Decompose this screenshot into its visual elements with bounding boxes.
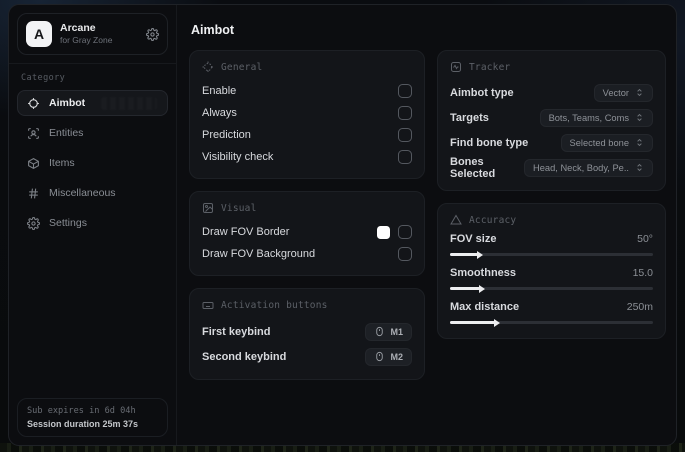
page-title: Aimbot <box>191 23 235 37</box>
gear-icon <box>27 216 40 230</box>
sidebar-item-label: Settings <box>49 217 87 229</box>
smoothness-value: 15.0 <box>632 267 653 279</box>
find-bone-type-select[interactable]: Selected bone <box>560 133 653 152</box>
chevrons-up-down-icon <box>635 163 644 172</box>
aimbot-type-select[interactable]: Vector <box>593 83 653 102</box>
sidebar-item-entities[interactable]: Entities <box>17 120 168 146</box>
max-distance-value: 250m <box>626 301 653 313</box>
sidebar-item-label: Miscellaneous <box>49 187 116 199</box>
activation-buttons-card: Activation buttons First keybind M1 Seco… <box>189 288 425 380</box>
fov-size-slider[interactable] <box>450 250 653 259</box>
session-duration-text: Session duration 25m 37s <box>27 419 139 429</box>
hash-icon <box>27 187 40 200</box>
main-content: Aimbot General Enable Always Prediction … <box>177 5 676 445</box>
chevrons-up-down-icon <box>635 88 644 97</box>
prediction-checkbox[interactable] <box>398 128 412 142</box>
brand-logo: A <box>26 21 52 47</box>
bones-selected-select[interactable]: Head, Neck, Body, Pe.. <box>524 158 653 177</box>
setting-row-max-distance: Max distance 250m <box>450 301 653 327</box>
setting-row-targets: Targets Bots, Teams, Coms <box>450 105 653 130</box>
sidebar-nav: Aimbot Entities Items Miscellaneous Sett… <box>17 90 168 236</box>
watermark-ghost <box>101 97 157 110</box>
sidebar-item-label: Items <box>49 157 75 169</box>
chevrons-up-down-icon <box>635 138 644 147</box>
brand-card: A Arcane for Gray Zone <box>17 13 168 55</box>
section-title: Accuracy <box>469 214 517 226</box>
setting-row-bones-selected: Bones Selected Head, Neck, Body, Pe.. <box>450 155 653 180</box>
section-title: Tracker <box>469 61 511 73</box>
subscription-info-card: Sub expires in 6d 04h Session duration 2… <box>17 398 168 437</box>
app-subtitle: for Gray Zone <box>60 35 113 46</box>
sidebar-item-label: Entities <box>49 127 84 139</box>
gear-icon[interactable] <box>146 27 159 41</box>
visual-card: Visual Draw FOV Border Draw FOV Backgrou… <box>189 191 425 276</box>
sidebar-item-label: Aimbot <box>49 97 86 109</box>
accuracy-card: Accuracy FOV size 50° Smoothness 15.0 Ma… <box>437 203 666 339</box>
mouse-icon <box>374 326 385 337</box>
setting-row-aimbot-type: Aimbot type Vector <box>450 80 653 105</box>
targets-select[interactable]: Bots, Teams, Coms <box>539 108 653 127</box>
first-keybind-button[interactable]: M1 <box>365 322 412 341</box>
smoothness-slider[interactable] <box>450 284 653 293</box>
setting-row-draw-fov-border: Draw FOV Border <box>202 221 412 243</box>
setting-row-prediction: Prediction <box>202 124 412 146</box>
scan-person-icon <box>27 127 40 140</box>
app-name: Arcane <box>60 22 96 35</box>
sidebar-item-items[interactable]: Items <box>17 150 168 176</box>
slider-thumb[interactable] <box>493 318 500 327</box>
general-card: General Enable Always Prediction Visibil… <box>189 50 425 179</box>
keyboard-icon <box>202 299 214 312</box>
sidebar: A Arcane for Gray Zone Category Aimbot E… <box>9 5 177 445</box>
setting-row-smoothness: Smoothness 15.0 <box>450 267 653 293</box>
sidebar-item-settings[interactable]: Settings <box>17 210 168 236</box>
mouse-icon <box>374 351 385 362</box>
setting-row-fov-size: FOV size 50° <box>450 233 653 259</box>
setting-row-visibility-check: Visibility check <box>202 146 412 168</box>
setting-row-find-bone-type: Find bone type Selected bone <box>450 130 653 155</box>
triangle-icon <box>450 214 462 226</box>
slider-thumb[interactable] <box>479 284 486 293</box>
setting-row-second-keybind: Second keybind M2 <box>202 344 412 369</box>
package-icon <box>27 157 40 170</box>
sidebar-item-miscellaneous[interactable]: Miscellaneous <box>17 180 168 206</box>
image-icon <box>202 202 214 214</box>
cheat-menu-window: A Arcane for Gray Zone Category Aimbot E… <box>8 4 677 446</box>
setting-row-first-keybind: First keybind M1 <box>202 319 412 344</box>
category-label: Category <box>21 73 66 83</box>
sidebar-item-aimbot[interactable]: Aimbot <box>17 90 168 116</box>
fov-border-color-swatch[interactable] <box>377 225 390 239</box>
section-title: Visual <box>221 202 257 214</box>
chevrons-up-down-icon <box>635 113 644 122</box>
crosshair-dotted-icon <box>202 61 214 73</box>
crosshair-icon <box>27 97 40 110</box>
visibility-check-checkbox[interactable] <box>398 150 412 164</box>
tracker-card: Tracker Aimbot type Vector Targets Bots,… <box>437 50 666 191</box>
setting-row-draw-fov-background: Draw FOV Background <box>202 243 412 265</box>
setting-row-always: Always <box>202 102 412 124</box>
section-title: General <box>221 61 263 73</box>
sidebar-divider <box>9 63 176 64</box>
draw-fov-background-checkbox[interactable] <box>398 247 412 261</box>
activity-icon <box>450 61 462 73</box>
max-distance-slider[interactable] <box>450 318 653 327</box>
enable-checkbox[interactable] <box>398 84 412 98</box>
setting-row-enable: Enable <box>202 80 412 102</box>
fov-size-value: 50° <box>637 233 653 245</box>
section-title: Activation buttons <box>221 300 328 311</box>
sub-expires-text: Sub expires in 6d 04h <box>27 406 136 416</box>
always-checkbox[interactable] <box>398 106 412 120</box>
slider-thumb[interactable] <box>477 250 484 259</box>
second-keybind-button[interactable]: M2 <box>365 347 412 366</box>
draw-fov-border-checkbox[interactable] <box>398 225 412 239</box>
